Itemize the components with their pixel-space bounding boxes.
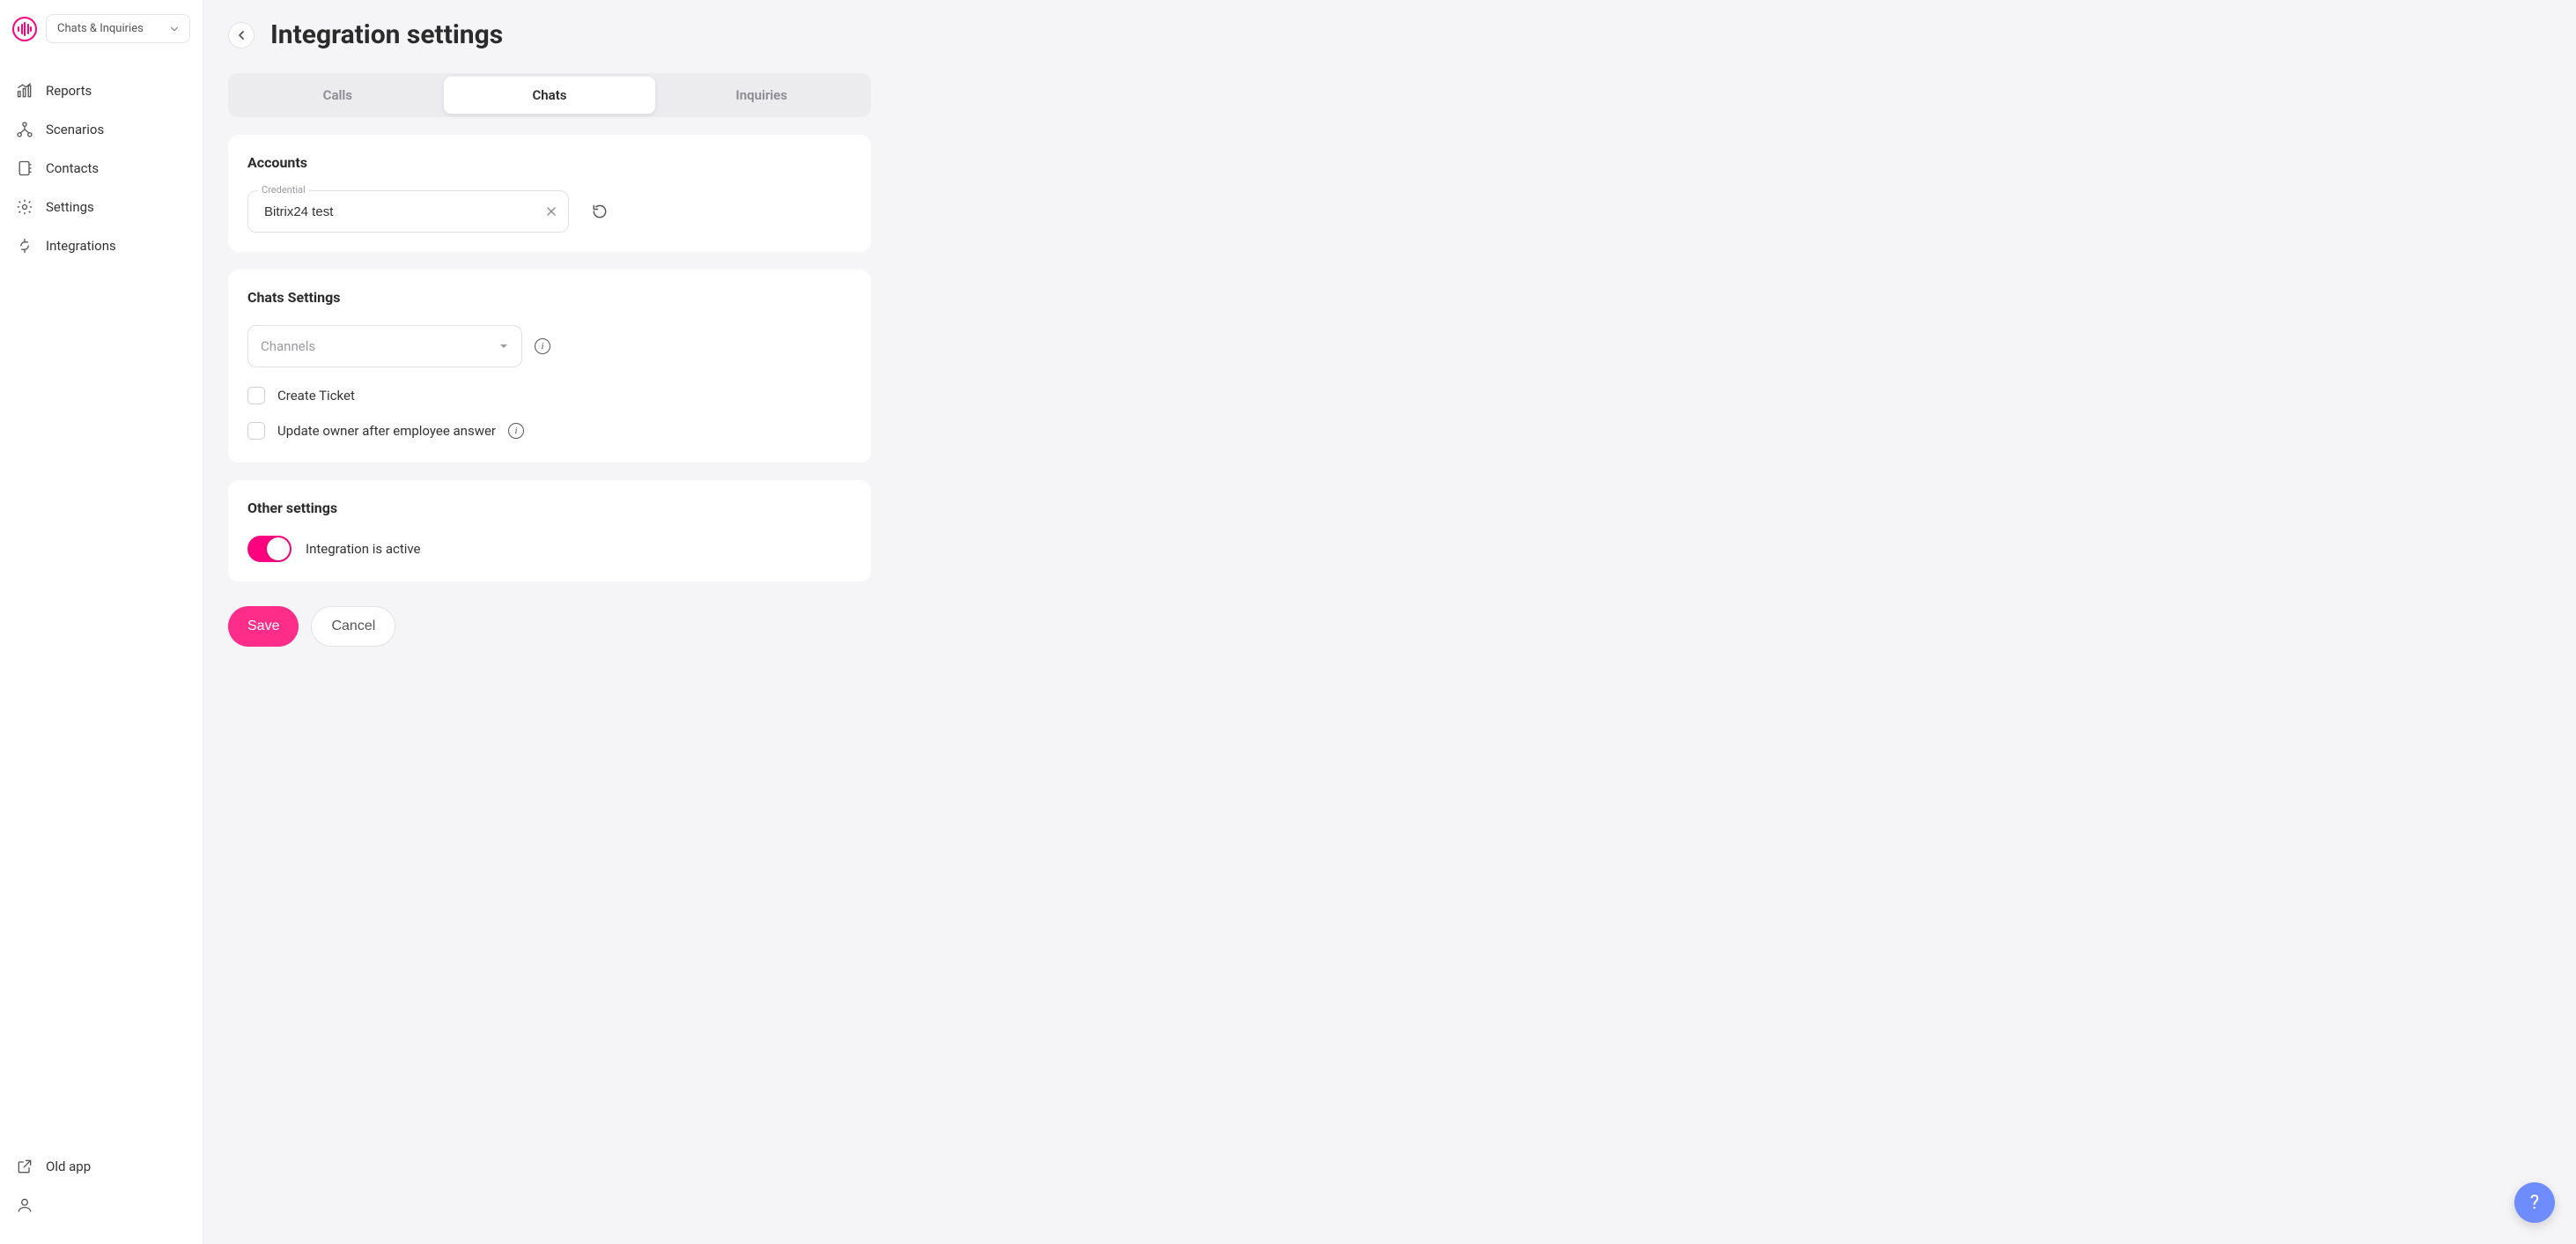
update-owner-row: Update owner after employee answer i xyxy=(247,422,852,440)
sidebar-item-reports[interactable]: Reports xyxy=(7,73,196,108)
integrations-icon xyxy=(16,237,33,255)
user-icon xyxy=(16,1196,33,1214)
sidebar-footer: Old app xyxy=(0,1142,203,1230)
caret-down-icon xyxy=(498,341,509,352)
help-fab[interactable]: ? xyxy=(2514,1182,2555,1223)
update-owner-label: Update owner after employee answer xyxy=(277,423,496,439)
contacts-icon xyxy=(16,159,33,177)
save-button[interactable]: Save xyxy=(228,606,299,647)
sidebar-item-label: Reports xyxy=(46,83,92,99)
integration-active-label: Integration is active xyxy=(306,541,421,557)
other-settings-heading: Other settings xyxy=(247,500,852,516)
accounts-card: Accounts Credential xyxy=(228,135,871,252)
update-owner-checkbox[interactable] xyxy=(247,422,265,440)
reload-credential-button[interactable] xyxy=(590,202,609,221)
chats-settings-card: Chats Settings Channels i Create Ticket … xyxy=(228,270,871,463)
reports-icon xyxy=(16,82,33,100)
close-icon xyxy=(546,206,557,217)
tab-inquiries[interactable]: Inquiries xyxy=(655,77,867,114)
cancel-button[interactable]: Cancel xyxy=(311,606,395,647)
sidebar: Chats & Inquiries Reports Scenarios xyxy=(0,0,203,1244)
sidebar-item-integrations[interactable]: Integrations xyxy=(7,228,196,263)
sidebar-item-scenarios[interactable]: Scenarios xyxy=(7,112,196,147)
gear-icon xyxy=(16,198,33,216)
channels-select[interactable]: Channels xyxy=(247,325,522,367)
external-link-icon xyxy=(16,1158,33,1175)
sidebar-item-label: Integrations xyxy=(46,238,116,254)
form-actions: Save Cancel xyxy=(228,606,2551,647)
update-owner-info-icon[interactable]: i xyxy=(508,423,524,439)
logo-icon xyxy=(12,17,37,41)
accounts-heading: Accounts xyxy=(247,154,852,171)
chats-settings-heading: Chats Settings xyxy=(247,289,852,306)
module-selector-label: Chats & Inquiries xyxy=(57,22,144,35)
sidebar-item-label: Scenarios xyxy=(46,122,104,137)
channels-info-icon[interactable]: i xyxy=(535,338,550,354)
sidebar-item-label: Old app xyxy=(46,1159,91,1174)
sidebar-header: Chats & Inquiries xyxy=(0,14,203,59)
back-button[interactable] xyxy=(228,22,255,48)
page-title: Integration settings xyxy=(270,19,503,50)
channels-placeholder: Channels xyxy=(261,338,315,354)
create-ticket-checkbox[interactable] xyxy=(247,387,265,404)
integration-active-row: Integration is active xyxy=(247,536,852,562)
sidebar-item-contacts[interactable]: Contacts xyxy=(7,151,196,186)
sidebar-nav: Reports Scenarios Contacts Settings xyxy=(0,59,203,1142)
tabs-bar: Calls Chats Inquiries xyxy=(228,73,871,117)
clear-credential-button[interactable] xyxy=(543,204,559,219)
integration-active-toggle[interactable] xyxy=(247,536,292,562)
sidebar-item-label: Contacts xyxy=(46,160,99,176)
other-settings-card: Other settings Integration is active xyxy=(228,480,871,581)
credential-input-wrap xyxy=(247,190,569,233)
module-selector[interactable]: Chats & Inquiries xyxy=(46,14,190,43)
tab-calls[interactable]: Calls xyxy=(232,77,444,114)
reload-icon xyxy=(591,203,609,220)
main-content: Integration settings Calls Chats Inquiri… xyxy=(203,0,2576,1244)
tab-chats[interactable]: Chats xyxy=(444,77,656,114)
sidebar-item-old-app[interactable]: Old app xyxy=(7,1149,196,1184)
sidebar-item-settings[interactable]: Settings xyxy=(7,189,196,225)
credential-input[interactable] xyxy=(262,204,543,220)
toggle-knob xyxy=(267,537,290,560)
sidebar-item-user[interactable] xyxy=(7,1188,196,1223)
chevron-left-icon xyxy=(236,30,247,41)
app-root: Chats & Inquiries Reports Scenarios xyxy=(0,0,2576,1244)
channels-row: Channels i xyxy=(247,325,852,367)
create-ticket-row: Create Ticket xyxy=(247,387,852,404)
sidebar-item-label: Settings xyxy=(46,199,94,215)
credential-label: Credential xyxy=(258,184,309,196)
scenarios-icon xyxy=(16,121,33,138)
credential-field: Credential xyxy=(247,190,569,233)
page-header: Integration settings xyxy=(228,19,2551,50)
create-ticket-label: Create Ticket xyxy=(277,388,355,404)
chevron-down-icon xyxy=(170,25,179,33)
credential-row: Credential xyxy=(247,190,852,233)
